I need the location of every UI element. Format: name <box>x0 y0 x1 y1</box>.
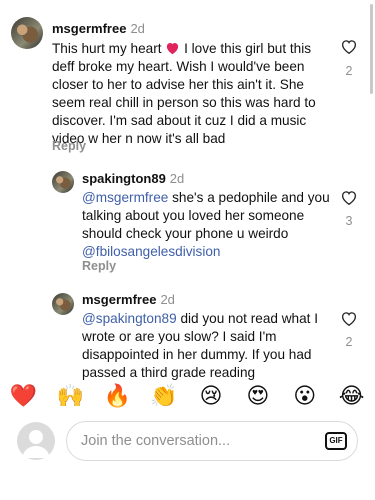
mention-link[interactable]: @spakington89 <box>82 311 177 326</box>
like-heart-icon[interactable] <box>340 189 358 206</box>
comment-time: 2d <box>160 292 175 307</box>
avatar[interactable] <box>52 293 74 315</box>
default-user-icon <box>22 430 50 458</box>
comment-username[interactable]: msgermfree 2d <box>52 21 145 36</box>
emoji-quick-bar: ❤️ 🙌 🔥 👏 😢 😍 😮 😂 <box>0 378 375 414</box>
current-user-avatar[interactable] <box>17 422 55 460</box>
raised-hands-emoji-button[interactable]: 🙌 <box>55 383 85 409</box>
gif-button[interactable]: GIF <box>325 432 347 450</box>
comment-text: @msgermfree she's a pedophile and you ta… <box>82 190 330 259</box>
comment-username[interactable]: msgermfree 2d <box>82 292 175 307</box>
red-heart-emoji-button[interactable]: ❤️ <box>8 383 38 409</box>
like-count: 2 <box>345 64 353 78</box>
surprised-face-emoji-button[interactable]: 😮 <box>290 383 320 409</box>
laughing-tears-emoji-button[interactable]: 😂 <box>337 383 367 409</box>
scrollbar[interactable] <box>370 4 373 94</box>
comment-composer: Join the conversation... GIF <box>0 414 375 474</box>
heart-eyes-emoji-button[interactable]: 😍 <box>243 383 273 409</box>
crying-face-emoji-button[interactable]: 😢 <box>196 383 226 409</box>
clapping-hands-emoji-button[interactable]: 👏 <box>149 383 179 409</box>
comment-time: 2d <box>130 21 145 36</box>
like-heart-icon[interactable] <box>340 38 358 55</box>
reply-button[interactable]: Reply <box>52 139 86 153</box>
reply-button[interactable]: Reply <box>82 259 116 273</box>
like-count: 3 <box>345 214 353 228</box>
comment-text: @spakington89 did you not read what I wr… <box>82 311 318 380</box>
comment-text: This hurt my heart I love this girl but … <box>52 41 316 146</box>
avatar[interactable] <box>11 17 43 49</box>
like-count: 2 <box>345 335 353 349</box>
comment-input-placeholder: Join the conversation... <box>81 433 231 449</box>
comment-input[interactable]: Join the conversation... GIF <box>66 421 358 461</box>
mention-link[interactable]: @msgermfree <box>82 190 168 205</box>
comment-username[interactable]: spakington89 2d <box>82 171 184 186</box>
like-heart-icon[interactable] <box>340 310 358 327</box>
fire-emoji-button[interactable]: 🔥 <box>102 383 132 409</box>
mention-link[interactable]: @fbilosangelesdivision <box>82 244 221 259</box>
red-heart-emoji-icon <box>167 43 179 55</box>
comment-time: 2d <box>169 171 185 186</box>
avatar[interactable] <box>52 171 74 193</box>
